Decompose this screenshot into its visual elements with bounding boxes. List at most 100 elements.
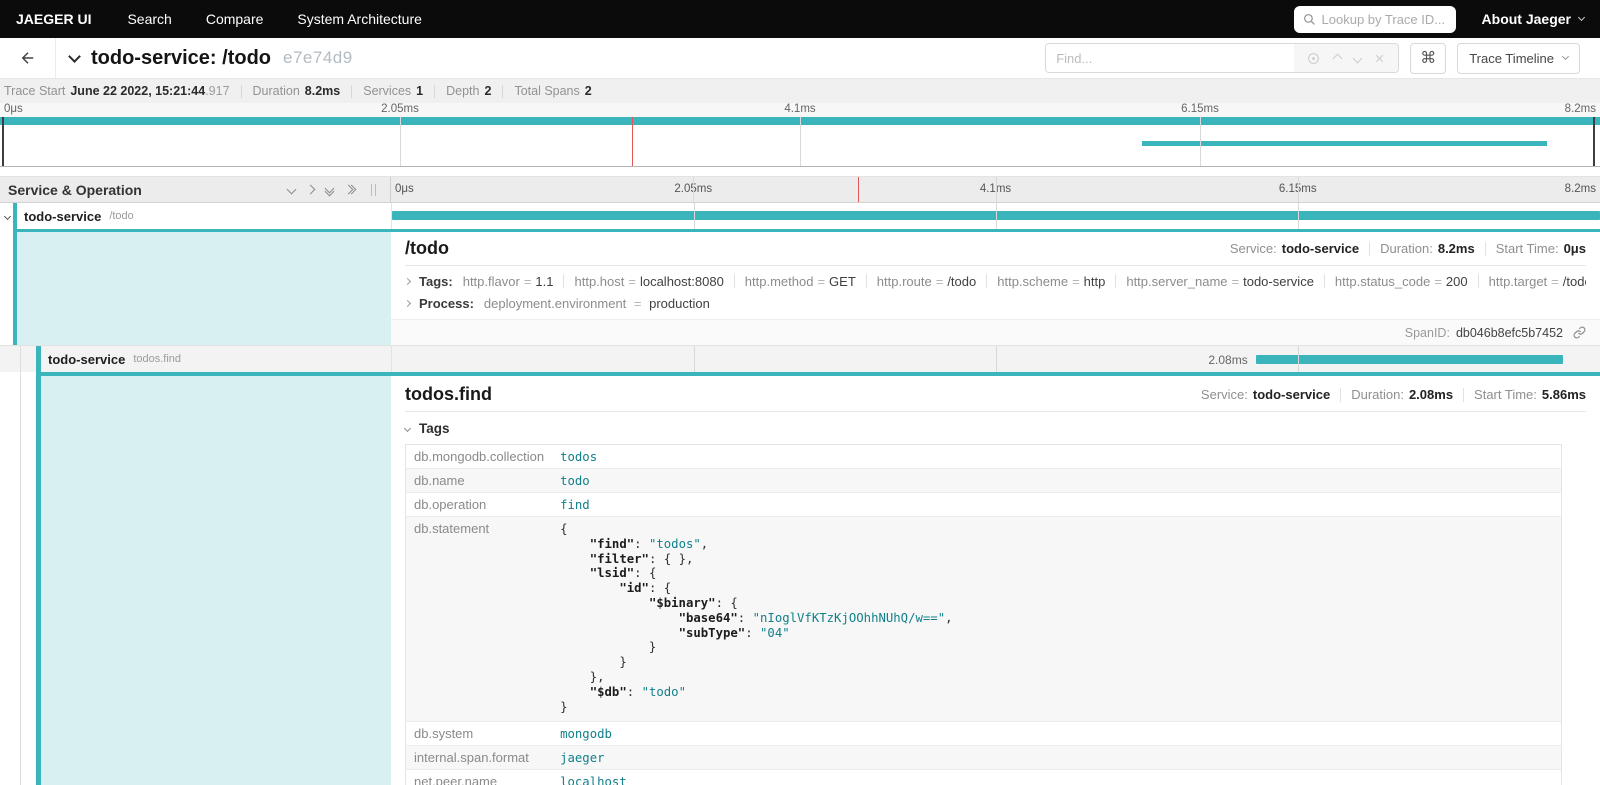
span-row-todos-find[interactable]: todo-service todos.find 2.08ms (0, 345, 1600, 372)
next-result-icon[interactable] (1352, 53, 1362, 63)
jaeger-app: JAEGER UI Search Compare System Architectu… (0, 0, 1600, 785)
match-highlight-icon[interactable] (1307, 52, 1320, 65)
collapse-one-icon[interactable] (287, 185, 297, 195)
span-timeline-todos-find[interactable]: 2.08ms (391, 346, 1600, 372)
separator (1463, 388, 1464, 402)
timeline-header: Service & Operation 0μs2.05ms4.1ms6.15ms… (0, 176, 1600, 203)
tick-label: 0μs (391, 183, 414, 195)
nav-item-compare[interactable]: Compare (206, 11, 264, 27)
keyboard-shortcuts-button[interactable]: ⌘ (1410, 43, 1446, 74)
span-service: todo-service (48, 352, 125, 367)
expand-one-icon[interactable] (306, 185, 316, 195)
tags-accordion-collapsed[interactable]: Tags: http.flavor=1.1http.host=localhost… (405, 270, 1586, 292)
grid-line (400, 117, 401, 166)
separator (986, 274, 987, 288)
equals-sign: = (1434, 274, 1442, 289)
process-accordion-collapsed[interactable]: Process: deployment.environment = produc… (405, 292, 1586, 314)
span-detail-todos-find: todos.find Service: todo-service Duratio… (0, 372, 1600, 785)
indent-guide (20, 372, 21, 785)
app-logo[interactable]: JAEGER UI (16, 11, 91, 27)
separator (563, 274, 564, 288)
find-input[interactable] (1046, 44, 1294, 72)
start-time-label: Start Time: (1496, 241, 1559, 256)
span-detail-left-todo (0, 229, 391, 345)
tag-row-db.mongodb.collection[interactable]: db.mongodb.collectiontodos (406, 445, 1562, 469)
span-timeline-todo[interactable] (391, 203, 1600, 229)
separator (1115, 274, 1116, 288)
collapse-trace-chevron-icon[interactable] (68, 50, 81, 63)
start-time-label: Start Time: (1474, 387, 1537, 402)
minimap-ticks: 0μs2.05ms4.1ms6.15ms8.2ms (0, 103, 1600, 117)
back-button[interactable] (0, 38, 56, 78)
span-row-todo[interactable]: todo-service /todo (0, 203, 1600, 229)
timeline-minimap[interactable] (0, 117, 1600, 167)
link-icon[interactable] (1573, 326, 1586, 339)
collapse-controls (288, 184, 384, 196)
tag-value: todos (552, 445, 1561, 469)
tag-row-db.statement[interactable]: db.statement{ "find": "todos", "filter":… (406, 517, 1562, 722)
services-value: 1 (416, 84, 423, 98)
tag-item: http.route=/todo (877, 274, 976, 289)
separator (502, 85, 503, 98)
trace-lookup-input[interactable] (1322, 12, 1447, 27)
clear-find-icon[interactable] (1374, 53, 1385, 64)
grid-line (694, 346, 695, 372)
service-label: Service: (1201, 387, 1248, 402)
chevron-down-icon[interactable] (4, 212, 11, 219)
tag-key: http.server_name (1126, 274, 1227, 289)
tag-item: http.target=/todo (1489, 274, 1586, 289)
separator (1478, 274, 1479, 288)
span-color-accent (13, 203, 17, 229)
trace-summary-bar: Trace Start June 22 2022, 15:21:44 .917 … (0, 79, 1600, 103)
nav-item-search[interactable]: Search (127, 11, 171, 27)
grid-line (996, 346, 997, 372)
service-operation-label: Service & Operation (8, 182, 142, 198)
services-label: Services (363, 84, 411, 98)
nav-item-system-architecture[interactable]: System Architecture (297, 11, 422, 27)
tag-key: http.flavor (463, 274, 520, 289)
equals-sign: = (1072, 274, 1080, 289)
span-name-todos-find[interactable]: todo-service todos.find (0, 346, 391, 372)
trace-header-controls: ⌘ Trace Timeline (1045, 43, 1600, 74)
trace-view-selector[interactable]: Trace Timeline (1457, 43, 1580, 74)
collapse-all-icon[interactable] (326, 185, 333, 195)
find-tools (1294, 44, 1398, 72)
duration-value: 8.2ms (1438, 241, 1475, 256)
tags-table-body: db.mongodb.collectiontodosdb.nametododb.… (406, 445, 1562, 785)
tags-accordion-expanded[interactable]: Tags (405, 421, 1586, 436)
tag-value: find (552, 493, 1561, 517)
tag-item: http.scheme=http (997, 274, 1105, 289)
span-name-todo[interactable]: todo-service /todo (0, 203, 391, 229)
tick-label: 8.2ms (1565, 103, 1600, 115)
duration-label: Duration: (1380, 241, 1433, 256)
trace-page-header: todo-service: /todo e7e74d9 ⌘ (0, 38, 1600, 79)
span-detail-todo: /todo Service: todo-service Duration: 8.… (0, 229, 1600, 345)
process-tag: deployment.environment = production (484, 296, 710, 311)
tag-row-net.peer.name[interactable]: net.peer.namelocalhost (406, 770, 1562, 785)
divider (405, 265, 1586, 266)
indent-guide (20, 346, 21, 372)
tag-row-db.system[interactable]: db.systemmongodb (406, 722, 1562, 746)
span-id-value: db046b8efc5b7452 (1456, 326, 1563, 340)
tag-row-db.name[interactable]: db.nametodo (406, 469, 1562, 493)
span-bar[interactable] (1256, 355, 1563, 364)
tag-value: 1.1 (535, 274, 553, 289)
span-id-footer: SpanID: db046b8efc5b7452 (391, 319, 1600, 345)
timeline-ruler[interactable]: 0μs2.05ms4.1ms6.15ms8.2ms (391, 177, 1600, 202)
trace-lookup-box[interactable] (1294, 6, 1456, 33)
equals-sign: = (817, 274, 825, 289)
minimap-right-handle[interactable] (1593, 117, 1595, 166)
tag-row-internal.span.format[interactable]: internal.span.formatjaeger (406, 746, 1562, 770)
span-service: todo-service (24, 209, 101, 224)
equals-sign: = (1232, 274, 1240, 289)
expand-all-icon[interactable] (345, 186, 355, 193)
about-jaeger-menu[interactable]: About Jaeger (1482, 11, 1584, 27)
process-value: production (649, 296, 710, 311)
minimap-left-handle[interactable] (2, 117, 4, 166)
prev-result-icon[interactable] (1332, 53, 1342, 63)
tag-row-db.operation[interactable]: db.operationfind (406, 493, 1562, 517)
separator (351, 85, 352, 98)
process-key: deployment.environment (484, 296, 626, 311)
column-resizer[interactable] (371, 184, 376, 196)
find-group (1045, 43, 1399, 73)
